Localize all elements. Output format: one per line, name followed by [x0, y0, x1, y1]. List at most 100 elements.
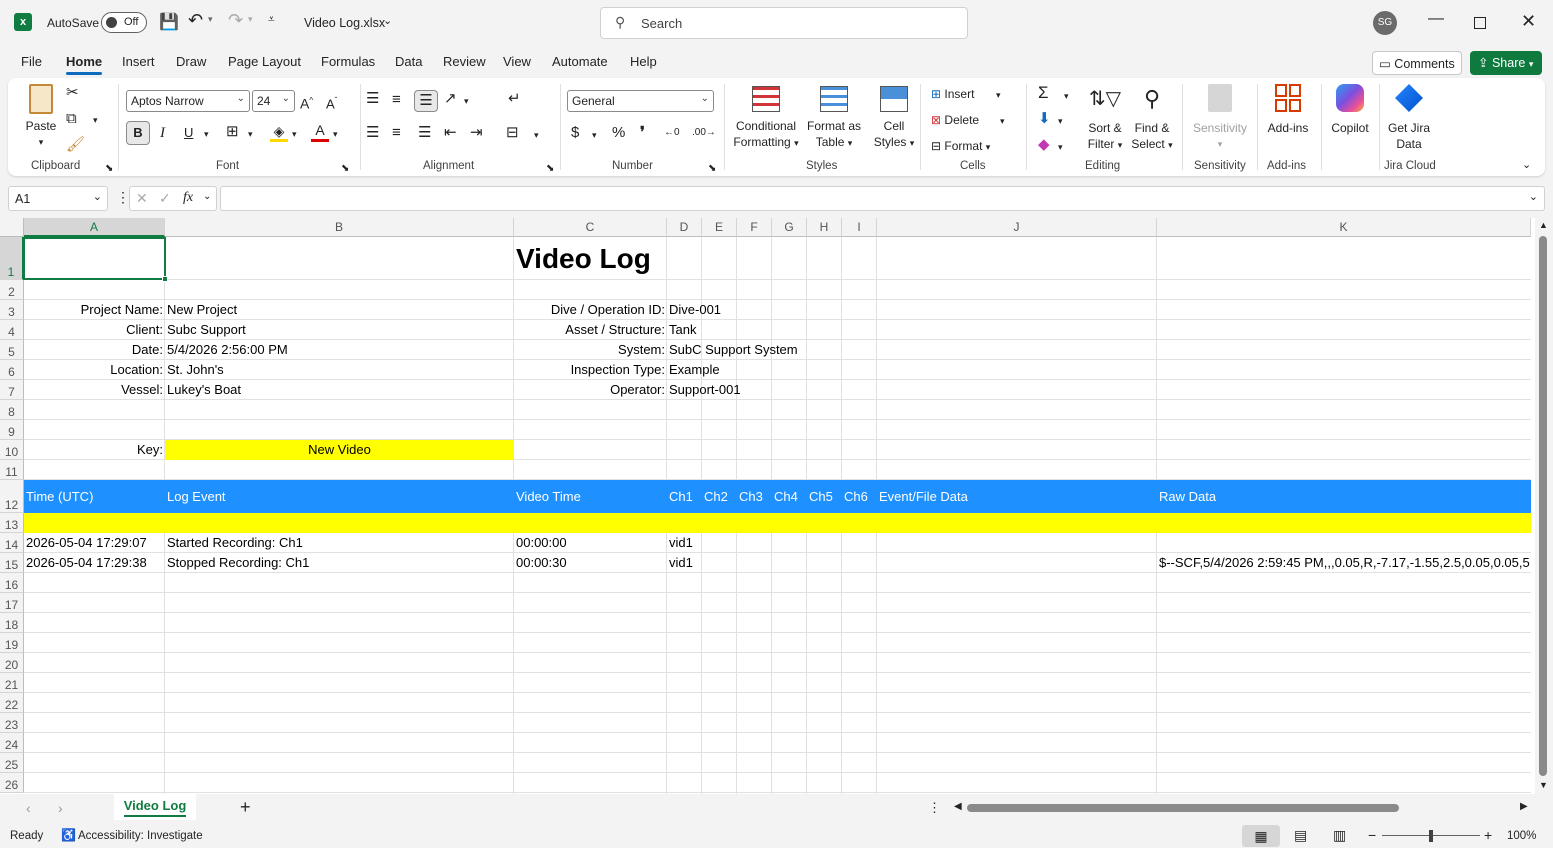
zoom-level[interactable]: 100%	[1507, 830, 1536, 842]
column-header-b[interactable]: B	[165, 218, 514, 237]
column-header-k[interactable]: K	[1157, 218, 1531, 237]
row-header-19[interactable]: 19	[0, 633, 24, 653]
align-bottom-icon[interactable]: ☰	[414, 90, 438, 112]
clipboard-launcher-icon[interactable]: ⬊	[105, 160, 113, 178]
row-header-14[interactable]: 14	[0, 533, 24, 553]
row14-ch1[interactable]: vid1	[667, 533, 702, 552]
accounting-dropdown-icon[interactable]: ▾	[592, 126, 597, 144]
align-right-icon[interactable]: ☰	[418, 124, 431, 142]
row-header-6[interactable]: 6	[0, 360, 24, 380]
value-inspection-type[interactable]: Example	[667, 360, 877, 379]
select-all-corner[interactable]	[0, 218, 24, 237]
close-icon[interactable]: ✕	[1521, 11, 1536, 32]
row-header-10[interactable]: 10	[0, 440, 24, 460]
borders-icon[interactable]: ⊞	[226, 123, 239, 141]
row-header-4[interactable]: 4	[0, 320, 24, 340]
key-new-video[interactable]: New Video	[165, 440, 514, 459]
horizontal-scroll-thumb[interactable]	[967, 804, 1399, 812]
column-header-g[interactable]: G	[772, 218, 807, 237]
autosave-toggle[interactable]: Off	[101, 12, 147, 33]
tab-file[interactable]: File	[21, 54, 42, 69]
search-box[interactable]: ⚲ Search	[600, 7, 968, 39]
add-ins-button[interactable]: Add-ins	[1264, 84, 1312, 136]
bold-button[interactable]: B	[126, 121, 150, 145]
row-header-1[interactable]: 1	[0, 237, 24, 280]
row-header-5[interactable]: 5	[0, 340, 24, 360]
file-name[interactable]: Video Log.xlsx	[304, 16, 385, 30]
align-center-icon[interactable]: ≡	[392, 124, 401, 142]
percent-icon[interactable]: %	[612, 124, 625, 142]
row15-video-time[interactable]: 00:00:30	[514, 553, 667, 572]
orientation-icon[interactable]: ↗	[444, 90, 457, 108]
maximize-icon[interactable]	[1474, 17, 1486, 29]
label-client[interactable]: Client:	[24, 320, 165, 339]
header-ch6[interactable]: Ch6	[842, 487, 877, 506]
collapse-ribbon-icon[interactable]: ⌄	[1522, 156, 1531, 174]
align-left-icon[interactable]: ☰	[366, 124, 379, 142]
tab-help[interactable]: Help	[630, 54, 657, 69]
font-name-combo[interactable]: Aptos Narrow ⌄	[126, 90, 250, 112]
page-layout-view-icon[interactable]: ▤	[1294, 827, 1307, 844]
italic-button[interactable]: I	[160, 124, 165, 142]
expand-formula-icon[interactable]: ⌄	[1529, 190, 1538, 203]
font-color-dropdown-icon[interactable]: ▾	[333, 125, 338, 143]
find-select-button[interactable]: ⚲ Find & Select ▾	[1130, 84, 1174, 153]
comma-style-icon[interactable]: ❜	[640, 124, 645, 142]
row-header-7[interactable]: 7	[0, 380, 24, 400]
paste-button[interactable]: Paste ▾	[22, 84, 60, 150]
increase-indent-icon[interactable]: ⇥	[470, 124, 483, 142]
autosum-dropdown-icon[interactable]: ▾	[1064, 87, 1069, 105]
more-options-icon[interactable]: ⋮	[116, 189, 130, 206]
increase-font-icon[interactable]: A^	[300, 92, 313, 113]
scroll-down-icon[interactable]: ▼	[1539, 780, 1548, 790]
label-inspection-type[interactable]: Inspection Type:	[514, 360, 667, 379]
header-video-time[interactable]: Video Time	[514, 487, 667, 506]
value-project-name[interactable]: New Project	[165, 300, 514, 319]
label-dive-id[interactable]: Dive / Operation ID:	[514, 300, 667, 319]
number-format-combo[interactable]: General ⌄	[567, 90, 714, 112]
label-date[interactable]: Date:	[24, 340, 165, 359]
label-project-name[interactable]: Project Name:	[24, 300, 165, 319]
row-header-18[interactable]: 18	[0, 613, 24, 633]
column-header-e[interactable]: E	[702, 218, 737, 237]
zoom-in-icon[interactable]: +	[1484, 827, 1492, 843]
vertical-scroll-thumb[interactable]	[1539, 236, 1547, 776]
tab-home[interactable]: Home	[66, 54, 103, 75]
column-header-f[interactable]: F	[737, 218, 772, 237]
label-operator[interactable]: Operator:	[514, 380, 667, 399]
active-cell-a1[interactable]	[23, 237, 166, 280]
row-header-22[interactable]: 22	[0, 693, 24, 713]
share-button[interactable]: ⇪ Share ▾	[1470, 51, 1542, 75]
header-ch2[interactable]: Ch2	[702, 487, 737, 506]
tab-review[interactable]: Review	[443, 54, 486, 69]
fill-handle[interactable]	[162, 276, 168, 282]
row-header-23[interactable]: 23	[0, 713, 24, 733]
row-header-17[interactable]: 17	[0, 593, 24, 613]
label-system[interactable]: System:	[514, 340, 667, 359]
column-header-d[interactable]: D	[667, 218, 702, 237]
label-vessel[interactable]: Vessel:	[24, 380, 165, 399]
value-asset[interactable]: Tank	[667, 320, 877, 339]
header-ch5[interactable]: Ch5	[807, 487, 842, 506]
header-raw-data[interactable]: Raw Data	[1157, 487, 1531, 506]
header-time[interactable]: Time (UTC)	[24, 487, 165, 506]
header-ch1[interactable]: Ch1	[667, 487, 702, 506]
row14-event[interactable]: Started Recording: Ch1	[165, 533, 514, 552]
row15-raw-data[interactable]: $--SCF,5/4/2026 2:59:45 PM,,,0.05,R,-7.1…	[1157, 553, 1531, 572]
clear-dropdown-icon[interactable]: ▾	[1058, 138, 1063, 156]
accessibility-icon[interactable]: ♿	[61, 828, 76, 842]
formula-input[interactable]: ⌄	[220, 186, 1545, 211]
value-dive-id[interactable]: Dive-001	[667, 300, 877, 319]
row-header-25[interactable]: 25	[0, 753, 24, 773]
value-vessel[interactable]: Lukey's Boat	[165, 380, 514, 399]
fill-dropdown-icon[interactable]: ▾	[1058, 112, 1063, 130]
cell-styles-button[interactable]: Cell Styles ▾	[870, 86, 918, 151]
row-header-12[interactable]: 12	[0, 480, 24, 513]
row-header-24[interactable]: 24	[0, 733, 24, 753]
sheet-title[interactable]: Video Log	[514, 240, 667, 278]
row-header-20[interactable]: 20	[0, 653, 24, 673]
row-header-16[interactable]: 16	[0, 573, 24, 593]
value-date[interactable]: 5/4/2026 2:56:00 PM	[165, 340, 514, 359]
scroll-right-icon[interactable]: ▶	[1520, 801, 1528, 812]
header-ch3[interactable]: Ch3	[737, 487, 772, 506]
